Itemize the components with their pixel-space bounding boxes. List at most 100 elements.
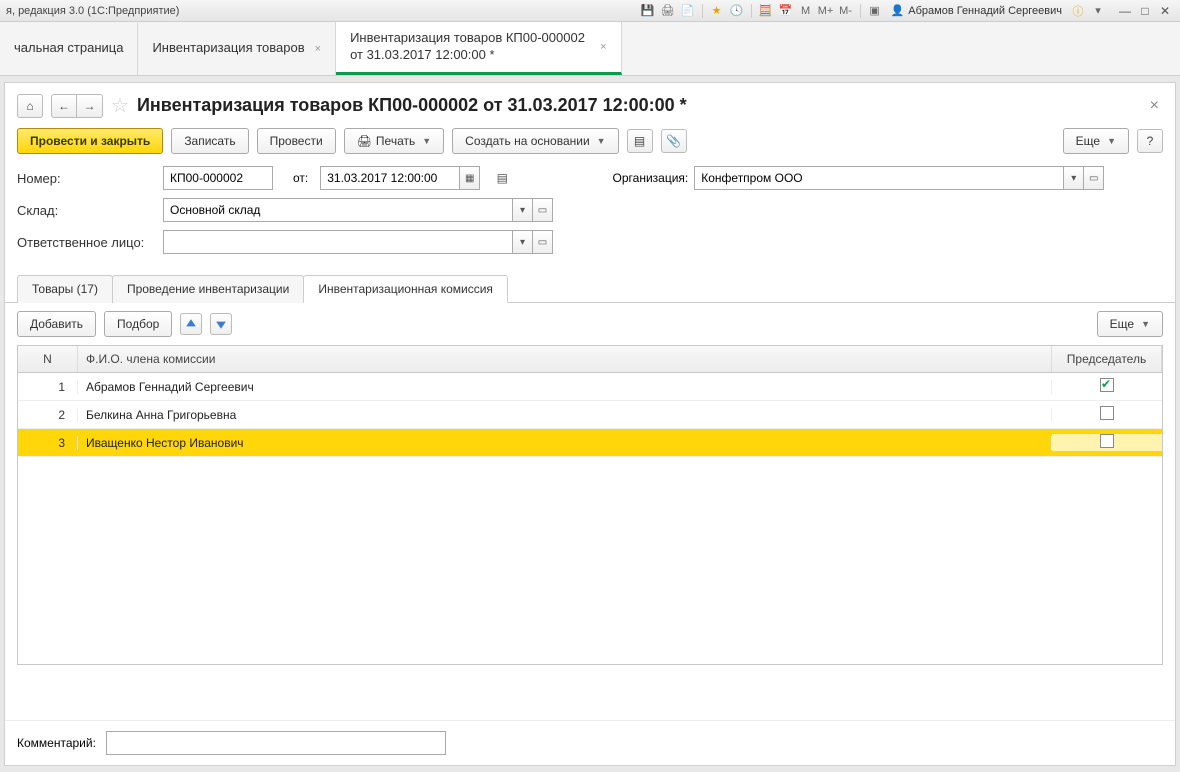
cell-chairman[interactable]	[1052, 406, 1162, 423]
open-icon[interactable]: ▭	[533, 230, 553, 254]
titlebar-icon-group: 💾 🖨 📄 ★ 🕓 🧮 📅 M M+ M- ▣ 👤 Абрамов Геннад…	[640, 3, 1174, 19]
date-field[interactable]	[320, 166, 460, 190]
cell-chairman[interactable]	[1052, 378, 1162, 395]
grid-more-button[interactable]: Еще ▼	[1097, 311, 1163, 337]
calculator-icon[interactable]: 🧮	[758, 3, 774, 19]
grid-toolbar: Добавить Подбор Еще ▼	[5, 303, 1175, 345]
add-row-button[interactable]: Добавить	[17, 311, 96, 337]
warehouse-field-group: ▾ ▭	[163, 198, 553, 222]
separator	[702, 4, 703, 18]
open-icon[interactable]: ▭	[1084, 166, 1104, 190]
user-icon: 👤	[891, 4, 905, 17]
favorite-star-icon[interactable]: ☆	[111, 93, 129, 118]
calc-mminus-button[interactable]: M-	[838, 3, 854, 19]
from-label: от:	[293, 171, 308, 185]
cell-number: 1	[18, 380, 78, 394]
open-icon[interactable]: ▭	[533, 198, 553, 222]
create-based-button[interactable]: Создать на основании ▼	[452, 128, 618, 154]
tab-inventory-process[interactable]: Проведение инвентаризации	[112, 275, 304, 303]
checkbox[interactable]	[1100, 378, 1114, 392]
separator	[751, 4, 752, 18]
cell-fullname: Абрамов Геннадий Сергеевич	[78, 380, 1052, 394]
grid-header: N Ф.И.О. члена комиссии Председатель	[18, 346, 1162, 373]
number-label: Номер:	[17, 171, 157, 186]
process-and-close-button[interactable]: Провести и закрыть	[17, 128, 163, 154]
document-title: Инвентаризация товаров КП00-000002 от 31…	[137, 95, 687, 116]
dropdown-icon[interactable]: ▾	[513, 230, 533, 254]
commission-grid: N Ф.И.О. члена комиссии Председатель 1Аб…	[17, 345, 1163, 665]
report-icon-button[interactable]: ▤	[627, 129, 653, 153]
cell-chairman[interactable]	[1052, 434, 1162, 451]
document-toolbar: Провести и закрыть Записать Провести 🖨 П…	[5, 124, 1175, 164]
responsible-field-group: ▾ ▭	[163, 230, 553, 254]
col-fullname[interactable]: Ф.И.О. члена комиссии	[78, 346, 1052, 372]
table-row[interactable]: 1Абрамов Геннадий Сергеевич	[18, 373, 1162, 401]
favorite-icon[interactable]: ★	[709, 3, 725, 19]
tab-inventory-list[interactable]: Инвентаризация товаров ×	[138, 22, 336, 75]
table-row[interactable]: 3Иващенко Нестор Иванович	[18, 429, 1162, 457]
minimize-button[interactable]: —	[1116, 4, 1134, 18]
col-number[interactable]: N	[18, 346, 78, 372]
tab-commission[interactable]: Инвентаризационная комиссия	[303, 275, 508, 303]
history-icon[interactable]: 🕓	[729, 3, 745, 19]
window-controls: — □ ✕	[1116, 4, 1174, 18]
form-fields: Номер: от: ▦ ▤ Организация: ▾ ▭ Склад: ▾…	[5, 164, 1175, 270]
more-button[interactable]: Еще ▼	[1063, 128, 1129, 154]
close-icon[interactable]: ×	[600, 41, 606, 53]
warehouse-field[interactable]	[163, 198, 513, 222]
checkbox[interactable]	[1100, 406, 1114, 420]
print-button[interactable]: 🖨 Печать ▼	[344, 128, 444, 154]
move-down-button[interactable]	[210, 313, 232, 335]
calendar-icon[interactable]: ▦	[460, 166, 480, 190]
table-row[interactable]: 2Белкина Анна Григорьевна	[18, 401, 1162, 429]
chevron-down-icon: ▼	[422, 136, 431, 146]
cell-fullname: Белкина Анна Григорьевна	[78, 408, 1052, 422]
close-button[interactable]: ✕	[1156, 4, 1174, 18]
user-name: Абрамов Геннадий Сергеевич	[908, 5, 1062, 17]
document-area: ⌂ ← → ☆ Инвентаризация товаров КП00-0000…	[4, 82, 1176, 766]
tab-inventory-doc[interactable]: Инвентаризация товаров КП00-000002 от 31…	[336, 22, 621, 75]
comment-field[interactable]	[106, 731, 446, 755]
forward-button[interactable]: →	[77, 94, 103, 118]
number-field[interactable]	[163, 166, 273, 190]
home-button[interactable]: ⌂	[17, 94, 43, 118]
date-field-group: ▦	[320, 166, 480, 190]
print-icon[interactable]: 🖨	[660, 3, 676, 19]
save-icon[interactable]: 💾	[640, 3, 656, 19]
separator	[860, 4, 861, 18]
dropdown-icon[interactable]: ▾	[1064, 166, 1084, 190]
current-user[interactable]: 👤 Абрамов Геннадий Сергеевич	[887, 4, 1066, 17]
nav-group: ← →	[51, 94, 103, 118]
calc-mplus-button[interactable]: M+	[818, 3, 834, 19]
date-extra-icon[interactable]: ▤	[492, 168, 512, 188]
info-icon[interactable]: ⓘ	[1070, 3, 1086, 19]
calendar-icon[interactable]: 📅	[778, 3, 794, 19]
dropdown-icon[interactable]: ▾	[1090, 3, 1106, 19]
help-button[interactable]: ?	[1137, 129, 1163, 153]
back-button[interactable]: ←	[51, 94, 77, 118]
warehouse-label: Склад:	[17, 203, 157, 218]
window-list-icon[interactable]: ▣	[867, 3, 883, 19]
col-chairman[interactable]: Председатель	[1052, 346, 1162, 372]
titlebar-text: я, редакция 3.0 (1С:Предприятие)	[6, 5, 640, 17]
checkbox[interactable]	[1100, 434, 1114, 448]
document-close-button[interactable]: ×	[1146, 97, 1163, 115]
move-up-button[interactable]	[180, 313, 202, 335]
dropdown-icon[interactable]: ▾	[513, 198, 533, 222]
copy-icon[interactable]: 📄	[680, 3, 696, 19]
maximize-button[interactable]: □	[1136, 4, 1154, 18]
pick-button[interactable]: Подбор	[104, 311, 172, 337]
document-header: ⌂ ← → ☆ Инвентаризация товаров КП00-0000…	[5, 83, 1175, 124]
close-icon[interactable]: ×	[315, 43, 321, 55]
organization-field[interactable]	[694, 166, 1064, 190]
responsible-label: Ответственное лицо:	[17, 235, 157, 250]
cell-number: 2	[18, 408, 78, 422]
calc-m-button[interactable]: M	[798, 3, 814, 19]
tab-start-page[interactable]: чальная страница	[0, 22, 138, 75]
responsible-field[interactable]	[163, 230, 513, 254]
save-button[interactable]: Записать	[171, 128, 248, 154]
attachment-icon-button[interactable]: 📎	[661, 129, 687, 153]
process-button[interactable]: Провести	[257, 128, 336, 154]
grid-body: 1Абрамов Геннадий Сергеевич2Белкина Анна…	[18, 373, 1162, 664]
tab-goods[interactable]: Товары (17)	[17, 275, 113, 303]
